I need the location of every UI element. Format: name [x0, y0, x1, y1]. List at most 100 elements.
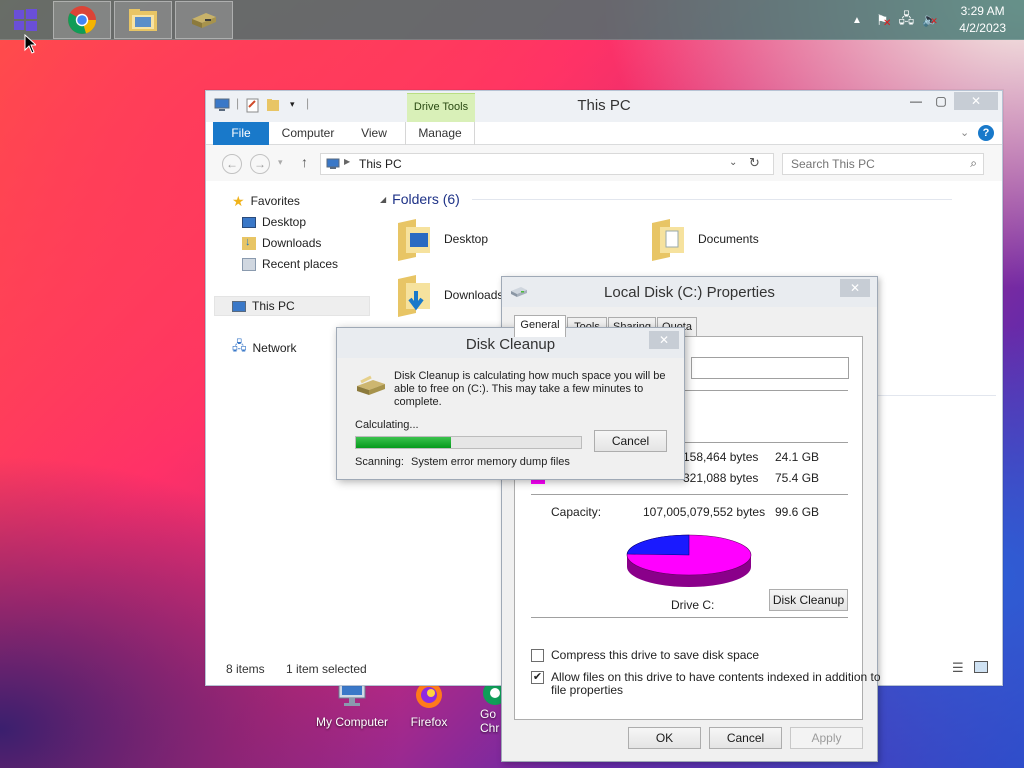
folder-documents-icon: [652, 219, 684, 261]
recent-places-icon: [242, 257, 256, 271]
nav-desktop[interactable]: Desktop: [242, 212, 306, 232]
index-checkbox[interactable]: ✔: [531, 671, 544, 684]
tray-expand-icon[interactable]: ▲: [852, 15, 868, 26]
up-button[interactable]: ↑: [301, 154, 308, 170]
cleanup-cancel-button[interactable]: Cancel: [594, 430, 667, 452]
address-row: ← → ▾ ↑ ▶ This PC ⌄ ↻ ⌕: [206, 145, 1002, 181]
nav-recent-places[interactable]: Recent places: [242, 254, 338, 274]
tab-general[interactable]: General: [514, 315, 566, 337]
address-bar[interactable]: ▶ This PC ⌄ ↻: [320, 153, 774, 175]
properties-close-button[interactable]: ✕: [840, 279, 870, 297]
details-view-icon[interactable]: ☰: [952, 660, 964, 676]
folders-group-header[interactable]: ◢ Folders (6): [380, 191, 952, 207]
cleanup-progress-bar: [355, 436, 582, 449]
tab-view[interactable]: View: [354, 122, 394, 145]
selection-count: 1 item selected: [286, 662, 367, 676]
disk-drive-icon: [192, 13, 216, 28]
scanning-item: System error memory dump files: [411, 456, 570, 468]
help-icon[interactable]: ?: [978, 125, 994, 141]
collapse-icon: ◢: [380, 194, 387, 204]
desktop-icon-firefox[interactable]: Firefox: [402, 682, 456, 729]
mouse-cursor-icon: [24, 34, 36, 54]
nav-network[interactable]: 🖧 Network: [232, 338, 297, 358]
nav-label: Recent places: [262, 257, 339, 271]
properties-titlebar[interactable]: Local Disk (C:) Properties ✕: [502, 277, 877, 307]
desktop-icon-label: Firefox: [410, 715, 448, 729]
properties-cancel-button[interactable]: Cancel: [709, 727, 782, 749]
nav-label: This PC: [252, 299, 295, 313]
desktop-icon: [242, 216, 256, 228]
network-icon: 🖧: [232, 338, 247, 353]
nav-downloads[interactable]: ↓ Downloads: [242, 233, 321, 253]
computer-icon: [326, 158, 340, 169]
ribbon-tabs: File Computer View Manage ⌄ ?: [206, 122, 1002, 145]
cleanup-close-button[interactable]: ✕: [649, 331, 679, 349]
ribbon-expand-icon[interactable]: ⌄: [960, 126, 969, 139]
refresh-icon[interactable]: ↻: [749, 155, 760, 171]
properties-title: Local Disk (C:) Properties: [604, 284, 775, 301]
clock-time: 3:29 AM: [960, 4, 1005, 18]
action-center-icon[interactable]: ⚑ ✕: [876, 12, 891, 29]
folder-documents[interactable]: Documents: [648, 217, 759, 261]
tab-file[interactable]: File: [213, 122, 269, 145]
close-button[interactable]: ✕: [954, 92, 998, 110]
star-icon: ★: [232, 192, 245, 209]
disk-usage-pie-chart: [626, 534, 752, 587]
taskbar-disk-cleanup[interactable]: [175, 1, 233, 39]
cleanup-message-line3: complete.: [394, 396, 442, 408]
apply-button[interactable]: Apply: [790, 727, 863, 749]
nav-label: Favorites: [250, 194, 300, 208]
volume-muted-icon[interactable]: 🔈 ✕: [922, 12, 938, 28]
taskbar-chrome[interactable]: [53, 1, 111, 39]
address-dropdown-icon[interactable]: ⌄: [729, 157, 737, 168]
free-gb: 75.4 GB: [775, 471, 820, 485]
nav-this-pc[interactable]: This PC: [214, 296, 370, 316]
chrome-icon: [68, 6, 96, 34]
tab-manage[interactable]: Manage: [405, 122, 475, 145]
minimize-button[interactable]: —: [906, 91, 926, 111]
system-tray: ▲ ⚑ ✕ 🖧 🔈 ✕: [852, 0, 938, 40]
clock-date: 4/2/2023: [959, 21, 1006, 35]
breadcrumb-chevron-icon[interactable]: ▶: [344, 157, 350, 166]
folder-label: Documents: [698, 232, 759, 246]
taskbar: ▲ ⚑ ✕ 🖧 🔈 ✕ 3:29 AM 4/2/2023: [0, 0, 1024, 40]
drive-label: Drive C:: [671, 598, 715, 612]
network-icon[interactable]: 🖧: [899, 8, 915, 32]
calculating-label: Calculating...: [355, 419, 419, 431]
nav-favorites[interactable]: ★ Favorites: [232, 191, 300, 211]
clock[interactable]: 3:29 AM 4/2/2023: [959, 3, 1006, 37]
desktop-icon-my-computer[interactable]: My Computer: [310, 679, 394, 729]
nav-label: Desktop: [262, 215, 307, 229]
search-box[interactable]: ⌕: [782, 153, 984, 175]
maximize-button[interactable]: ▢: [931, 91, 951, 111]
index-label-line2: file properties: [551, 683, 624, 697]
windows-logo-icon: [14, 9, 37, 31]
folder-desktop[interactable]: Desktop: [394, 217, 488, 261]
cleanup-message-line2: able to free on (C:). This may take a fe…: [394, 383, 644, 395]
compress-checkbox[interactable]: [531, 649, 544, 662]
large-icons-view-icon[interactable]: [974, 661, 988, 673]
address-text: This PC: [359, 157, 402, 171]
folder-downloads-icon: [398, 275, 430, 317]
search-input[interactable]: [783, 154, 953, 174]
tab-computer[interactable]: Computer: [276, 122, 340, 145]
desktop-icon-label: My Computer: [315, 715, 389, 729]
cleanup-titlebar[interactable]: Disk Cleanup ✕: [337, 328, 684, 358]
taskbar-file-explorer[interactable]: [114, 1, 172, 39]
capacity-gb: 99.6 GB: [775, 505, 820, 519]
back-button[interactable]: ←: [222, 154, 242, 174]
folder-icon: [129, 9, 157, 31]
desktop-icon-google-chrome[interactable]: Go Chr: [480, 682, 502, 735]
ok-button[interactable]: OK: [628, 727, 701, 749]
folder-downloads[interactable]: Downloads: [394, 273, 503, 317]
disk-cleanup-button[interactable]: Disk Cleanup: [769, 589, 848, 611]
folder-label: Desktop: [444, 232, 489, 246]
forward-button[interactable]: →: [250, 154, 270, 174]
volume-label-input[interactable]: [691, 357, 849, 379]
cleanup-title: Disk Cleanup: [465, 336, 556, 353]
explorer-titlebar[interactable]: | ▾ | Drive Tools This PC — ▢ ✕: [206, 91, 1002, 122]
search-icon[interactable]: ⌕: [970, 156, 977, 171]
compress-label: Compress this drive to save disk space: [551, 648, 760, 662]
pie-used-slice: [626, 534, 690, 556]
recent-locations-icon[interactable]: ▾: [278, 157, 283, 168]
